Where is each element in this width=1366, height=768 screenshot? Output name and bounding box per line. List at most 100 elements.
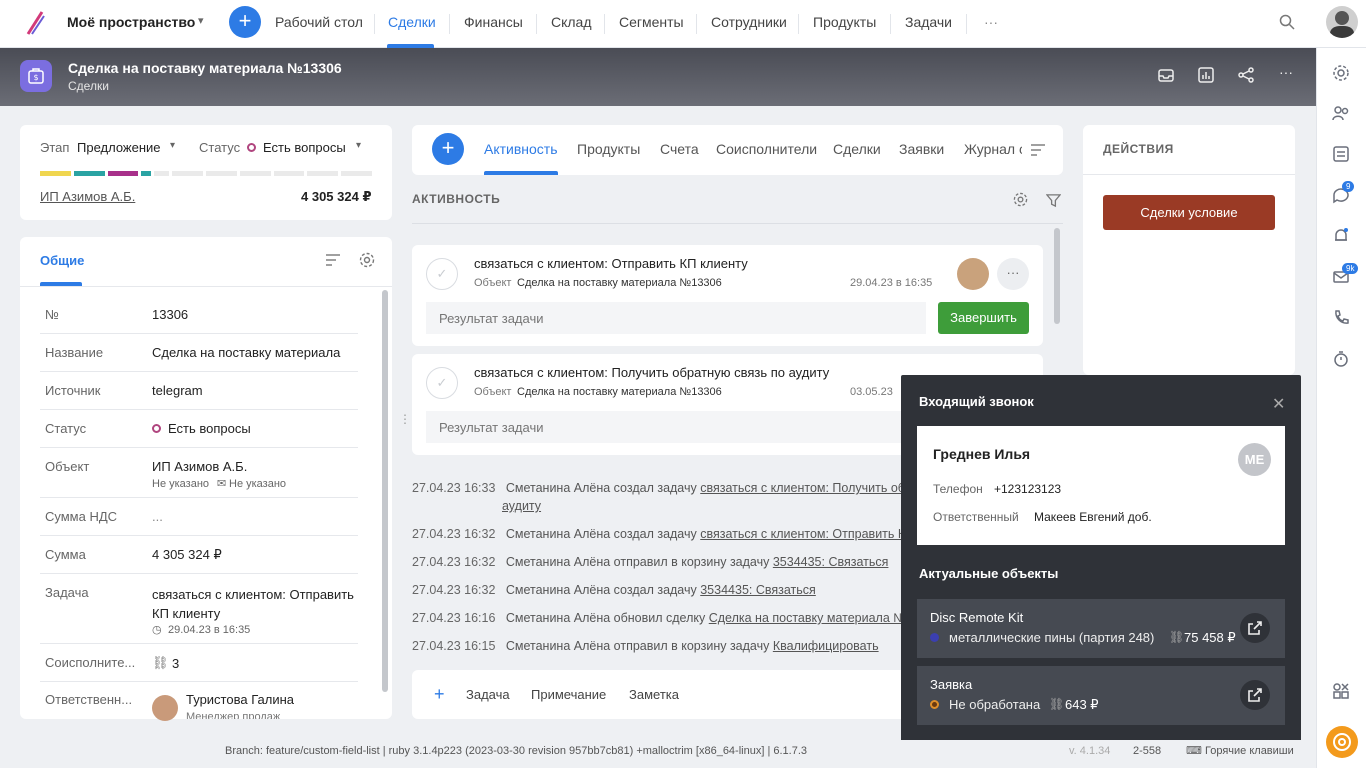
version: v. 4.1.34 — [1069, 745, 1111, 757]
sort-icon[interactable] — [325, 253, 341, 267]
responsible-name[interactable]: Макеев Евгений доб. — [1034, 510, 1152, 524]
task-object[interactable]: Сделка на поставку материала №13306 — [517, 386, 722, 398]
task-result-input[interactable] — [426, 302, 926, 334]
search-icon[interactable] — [1279, 14, 1295, 30]
nav-item-warehouse[interactable]: Склад — [551, 14, 592, 30]
scrollbar[interactable] — [382, 290, 388, 692]
task-title[interactable]: связаться с клиентом: Отправить КП клиен… — [474, 256, 748, 271]
bell-icon[interactable] — [1332, 227, 1350, 245]
chevron-down-icon[interactable]: ▾ — [198, 14, 204, 27]
chevron-down-icon[interactable]: ▾ — [170, 140, 175, 151]
log-link[interactable]: аудиту — [502, 499, 541, 513]
task-result-input[interactable] — [426, 411, 901, 443]
field-value[interactable]: ... — [152, 509, 163, 524]
field-value[interactable]: telegram — [152, 383, 203, 398]
resize-handle[interactable]: ⋮ — [399, 412, 411, 426]
field-value[interactable]: 3 — [172, 656, 179, 671]
open-external-button[interactable] — [1240, 680, 1270, 710]
field-value[interactable]: Туристова Галина — [186, 692, 294, 707]
gear-icon[interactable] — [1013, 192, 1028, 207]
log-link[interactable]: связаться с клиентом: Отправить КП — [700, 527, 902, 541]
users-icon[interactable] — [1332, 104, 1350, 122]
scrollbar[interactable] — [1054, 228, 1060, 324]
hotkeys-link[interactable]: Горячие клавиши — [1205, 745, 1294, 757]
report-icon[interactable] — [1197, 66, 1215, 84]
nav-item-employees[interactable]: Сотрудники — [711, 14, 787, 30]
task-more-button[interactable]: ··· — [997, 258, 1029, 290]
app-logo[interactable] — [24, 10, 46, 36]
tab-general[interactable]: Общие — [40, 253, 84, 268]
tab-indicator — [484, 171, 558, 175]
caller-phone[interactable]: +123123123 — [994, 482, 1061, 496]
more-nav-button[interactable]: ··· — [984, 14, 998, 30]
tab-deals[interactable]: Сделки — [833, 141, 881, 157]
tab-requests[interactable]: Заявки — [899, 141, 944, 157]
apps-icon[interactable] — [1332, 682, 1350, 700]
log-link[interactable]: 3534435: Связаться — [700, 583, 816, 597]
nav-item-products[interactable]: Продукты — [813, 14, 876, 30]
user-avatar[interactable] — [1326, 6, 1358, 38]
phone-icon[interactable] — [1332, 309, 1350, 327]
complete-check-icon[interactable]: ✓ — [426, 258, 458, 290]
open-external-button[interactable] — [1240, 613, 1270, 643]
inbox-icon[interactable] — [1157, 66, 1175, 84]
log-link[interactable]: связаться с клиентом: Получить обра — [700, 481, 902, 495]
tab-invoices[interactable]: Счета — [660, 141, 699, 157]
field-value[interactable]: Есть вопросы — [168, 421, 251, 436]
status-select[interactable]: Есть вопросы — [263, 140, 346, 155]
field-value[interactable]: Сделка на поставку материала — [152, 345, 340, 360]
add-task-button[interactable]: Задача — [466, 687, 510, 702]
field-value[interactable]: связаться с клиентом: Отправить КП клиен… — [152, 585, 362, 623]
log-link[interactable]: 3534435: Связаться — [773, 555, 889, 569]
help-button[interactable] — [1326, 726, 1358, 758]
log-link[interactable]: Сделка на поставку материала №13 — [709, 611, 902, 625]
task-title[interactable]: связаться с клиентом: Получить обратную … — [474, 365, 829, 380]
nav-item-segments[interactable]: Сегменты — [619, 14, 684, 30]
field-label: Соисполните... — [45, 655, 136, 670]
finish-button[interactable]: Завершить — [938, 302, 1029, 334]
client-link[interactable]: ИП Азимов А.Б. — [40, 189, 135, 204]
nav-item-deals[interactable]: Сделки — [388, 14, 436, 30]
nav-divider — [798, 14, 799, 34]
tab-coexecutors[interactable]: Соисполнители — [716, 141, 817, 157]
object-status: металлические пины (партия 248) — [949, 630, 1155, 645]
caller-name[interactable]: Греднев Илья — [933, 446, 1030, 462]
close-icon[interactable]: ✕ — [1272, 394, 1285, 414]
field-value[interactable]: 4 305 324 ₽ — [152, 547, 222, 563]
share-icon[interactable] — [1237, 66, 1255, 84]
add-comment-button[interactable]: Примечание — [531, 687, 606, 702]
create-button[interactable]: + — [229, 6, 261, 38]
more-icon[interactable]: ··· — [1279, 64, 1297, 82]
nav-item-tasks[interactable]: Задачи — [905, 14, 952, 30]
nav-item-finance[interactable]: Финансы — [464, 14, 523, 30]
object-card[interactable] — [917, 666, 1285, 725]
gear-icon[interactable] — [359, 252, 375, 268]
deal-condition-button[interactable]: Сделки условие — [1103, 195, 1275, 230]
settings-icon[interactable] — [1332, 64, 1350, 82]
nav-item-desktop[interactable]: Рабочий стол — [275, 14, 363, 30]
chevron-down-icon[interactable]: ▾ — [356, 140, 361, 151]
add-activity-button[interactable]: + — [432, 133, 464, 165]
link-icon: ⛓ — [1049, 697, 1065, 711]
object-card[interactable] — [917, 599, 1285, 658]
tab-activity[interactable]: Активность — [484, 141, 558, 157]
divider — [1083, 174, 1295, 175]
deal-breadcrumb[interactable]: Сделки — [68, 79, 109, 93]
log-time: 27.04.23 16:16 — [412, 611, 496, 625]
object-name: Disc Remote Kit — [930, 610, 1024, 625]
plus-icon[interactable]: + — [434, 684, 445, 705]
complete-check-icon[interactable]: ✓ — [426, 367, 458, 399]
field-value[interactable]: ИП Азимов А.Б. — [152, 459, 247, 474]
log-link[interactable]: Квалифицировать — [773, 639, 879, 653]
filter-icon[interactable] — [1046, 193, 1061, 208]
workspace-title[interactable]: Моё пространство — [67, 14, 195, 30]
tab-journal[interactable]: Журнал с — [964, 141, 1022, 157]
list-icon[interactable] — [1332, 145, 1350, 163]
add-note-button[interactable]: Заметка — [629, 687, 679, 702]
timer-icon[interactable] — [1332, 350, 1350, 368]
tabs-menu-icon[interactable] — [1030, 143, 1046, 157]
tab-products[interactable]: Продукты — [577, 141, 640, 157]
field-value[interactable]: 13306 — [152, 307, 188, 322]
task-object[interactable]: Сделка на поставку материала №13306 — [517, 277, 722, 289]
stage-select[interactable]: Предложение — [77, 140, 161, 155]
